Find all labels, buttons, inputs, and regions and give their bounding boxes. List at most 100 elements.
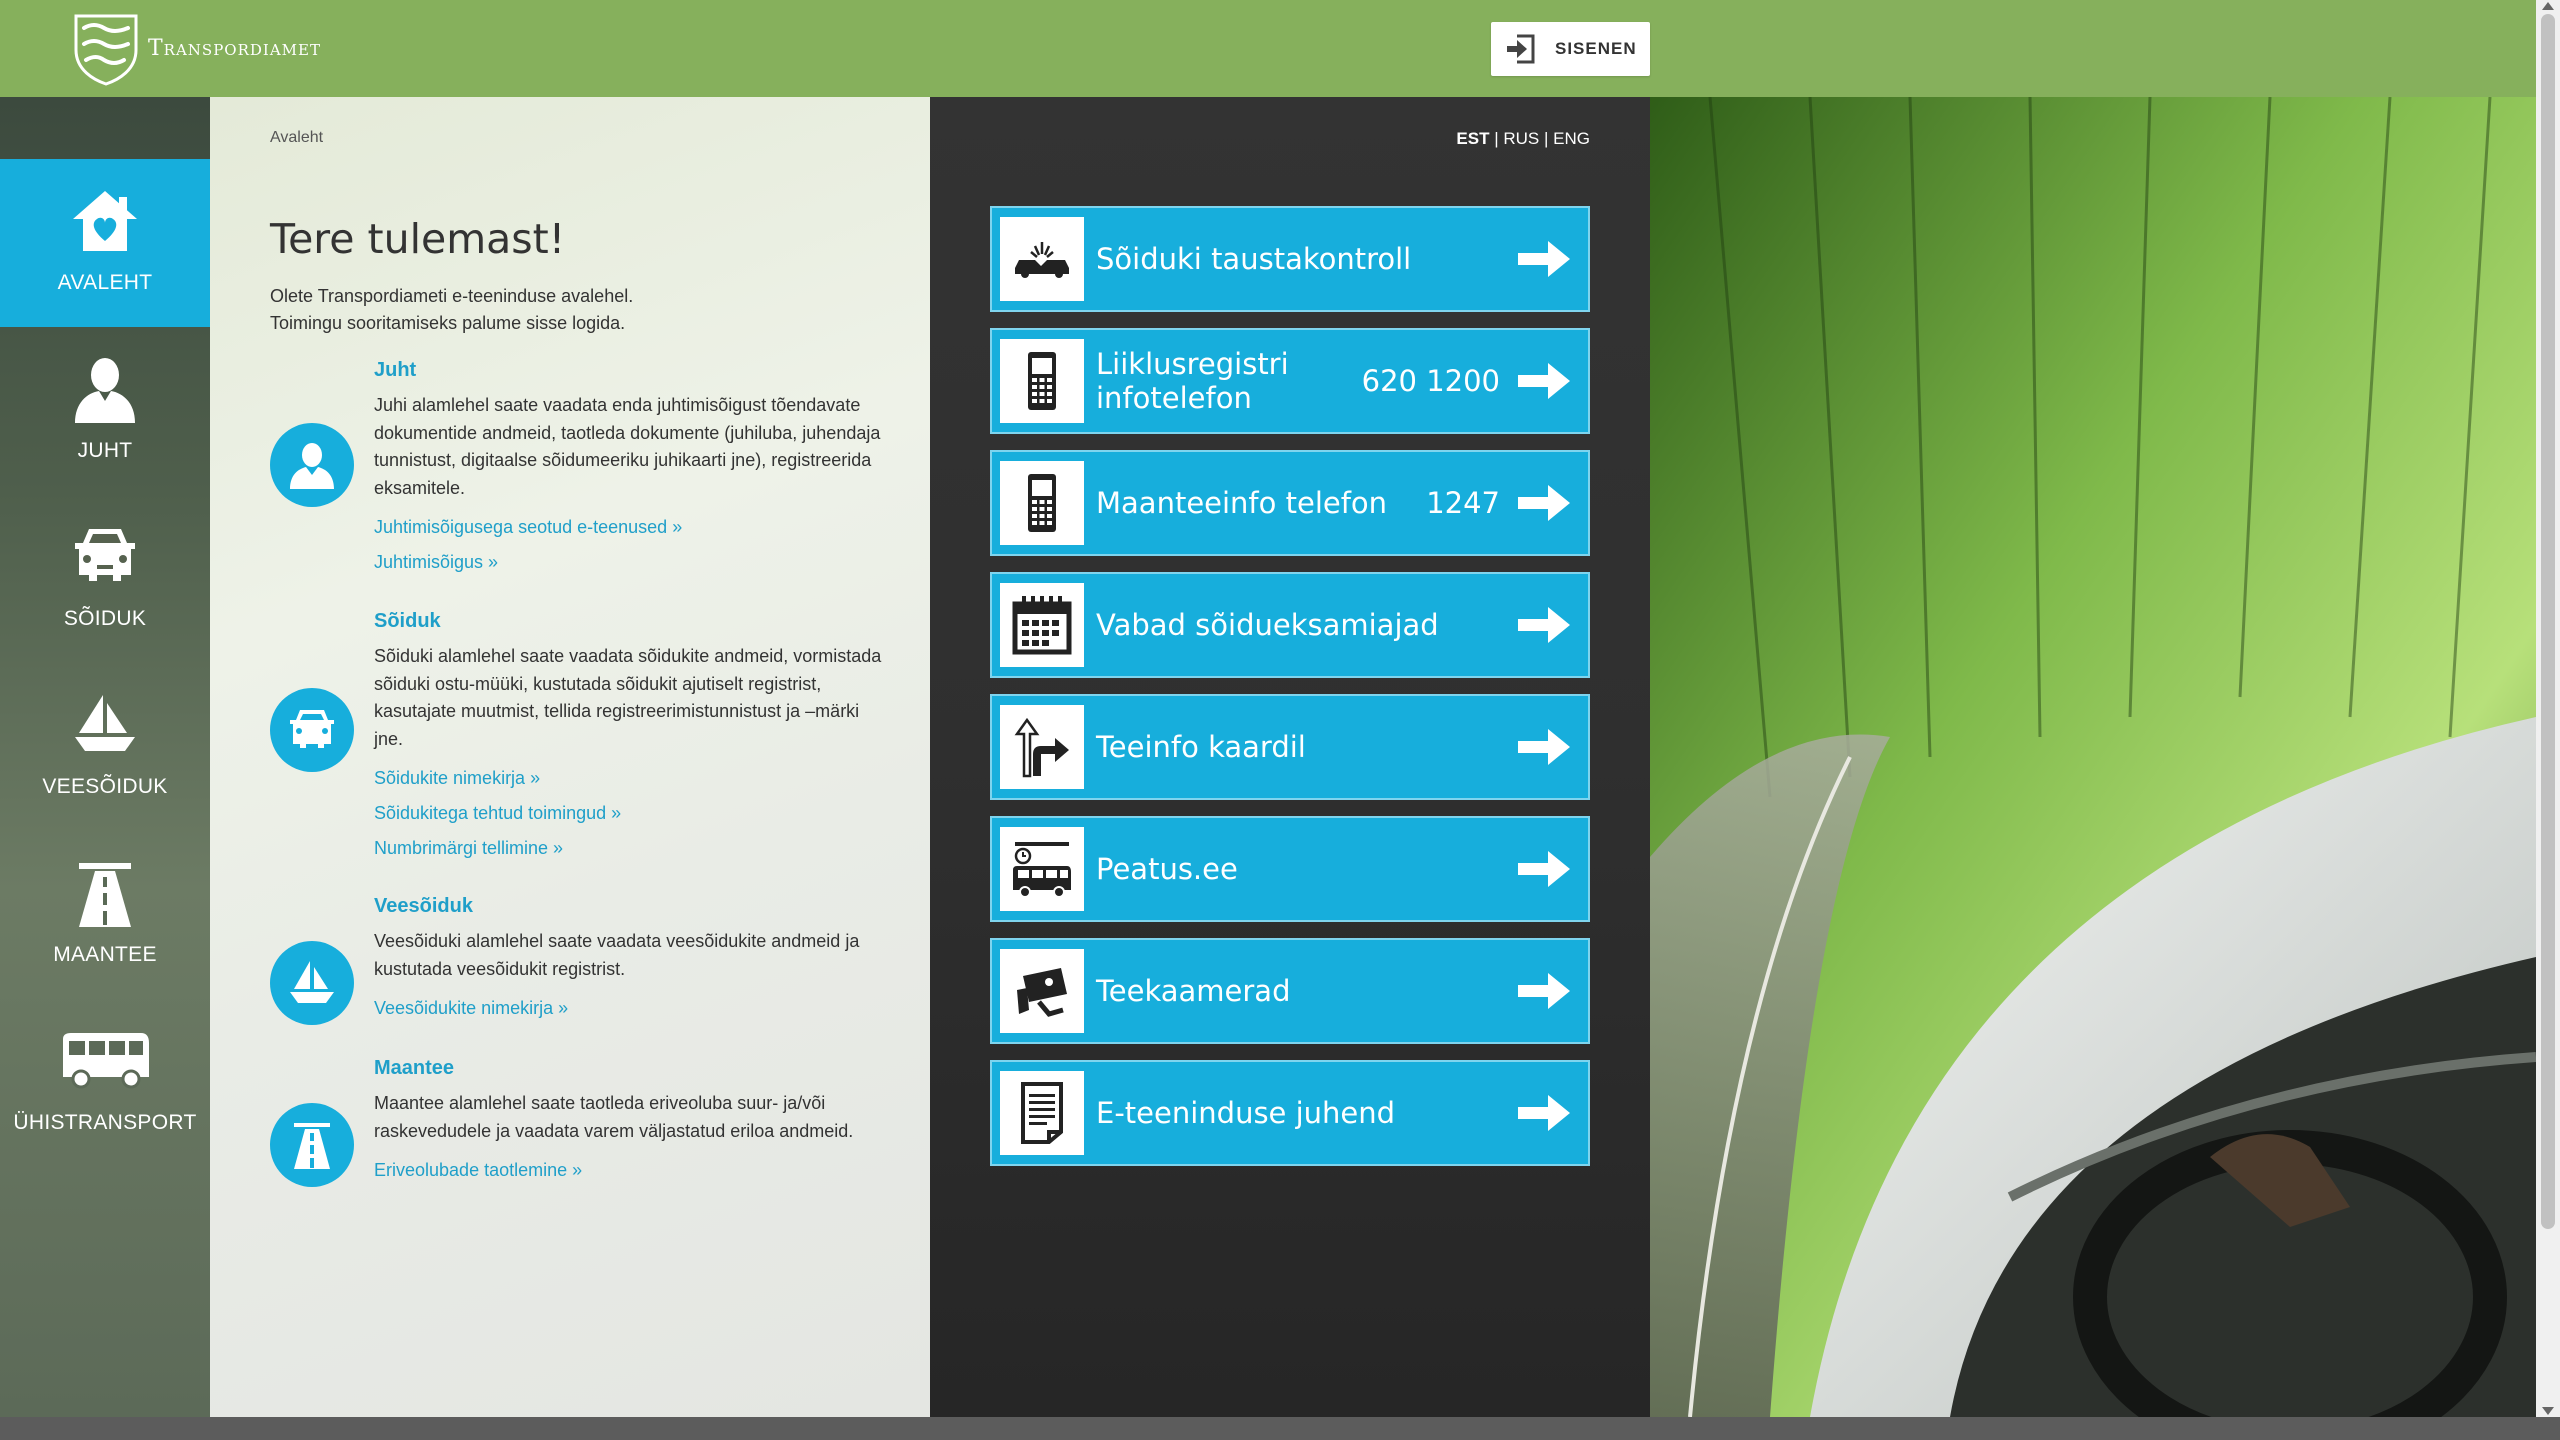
tile-phone-number: 1247	[1426, 486, 1500, 520]
vertical-scrollbar[interactable]	[2536, 0, 2560, 1417]
car-icon	[290, 710, 334, 748]
scrollbar-thumb[interactable]	[2541, 14, 2555, 1229]
breadcrumb[interactable]: Avaleht	[270, 129, 323, 147]
link-soidukite-nimekirja[interactable]: Sõidukite nimekirja »	[374, 761, 884, 796]
car-crash-icon	[1015, 242, 1069, 278]
tile-label: Teekaamerad	[1096, 974, 1291, 1008]
tile-peatus-ee[interactable]: Peatus.ee	[990, 816, 1590, 922]
coat-of-arms-icon	[74, 14, 138, 86]
tile-label: Teeinfo kaardil	[1096, 730, 1306, 764]
sidebar-item-label: ÜHISTRANSPORT	[13, 1111, 197, 1134]
sidebar-item-avaleht[interactable]: AVALEHT	[0, 159, 210, 327]
link-juhtimisoigus[interactable]: Juhtimisõigus »	[374, 545, 884, 580]
section-text: Sõiduki alamlehel saate vaadata sõidukit…	[374, 646, 882, 749]
section-text: Juhi alamlehel saate vaadata enda juhtim…	[374, 395, 881, 498]
link-numbrimargi-tellimine[interactable]: Numbrimärgi tellimine »	[374, 831, 884, 866]
sidebar-item-label: SÕIDUK	[63, 607, 147, 630]
intro-line: Olete Transpordiameti e-teeninduse avale…	[270, 286, 634, 306]
arrow-right-icon	[1518, 729, 1570, 765]
tile-label: Peatus.ee	[1096, 852, 1238, 886]
road-icon	[79, 863, 131, 927]
tile-soiduki-taustakontroll[interactable]: Sõiduki taustakontroll	[990, 206, 1590, 312]
boat-circle-icon	[270, 941, 354, 1025]
tile-teeinfo-kaardil[interactable]: Teeinfo kaardil	[990, 694, 1590, 800]
top-header: Transpordiamet SISENEN	[0, 0, 2536, 97]
scroll-down-icon[interactable]	[2542, 1407, 2554, 1415]
logo[interactable]: Transpordiamet	[70, 10, 321, 86]
car-icon	[75, 529, 135, 581]
sidebar-item-label: JUHT	[77, 439, 133, 462]
tile-e-teeninduse-juhend[interactable]: E-teeninduse juhend	[990, 1060, 1590, 1166]
bottom-bar	[0, 1417, 2560, 1440]
car-driving-photo	[1650, 97, 2536, 1417]
tile-vabad-soidueksamiajad[interactable]: Vabad sõidueksamiajad	[990, 572, 1590, 678]
lang-separator: |	[1544, 129, 1549, 148]
tile-label: Maanteeinfo telefon	[1096, 486, 1388, 520]
main-content: Avaleht Tere tulemast! Olete Transpordia…	[210, 97, 930, 1417]
link-soidukitega-tehtud-toimingud[interactable]: Sõidukitega tehtud toimingud »	[374, 796, 884, 831]
arrow-right-icon	[1518, 241, 1570, 277]
section-text: Maantee alamlehel saate taotleda eriveol…	[374, 1093, 854, 1141]
login-button[interactable]: SISENEN	[1491, 22, 1650, 76]
tile-liiklusregistri-infotelefon[interactable]: Liiklusregistri infotelefon 620 1200	[990, 328, 1590, 434]
tile-icon-box	[1000, 1071, 1084, 1155]
sidebar-item-juht[interactable]: JUHT	[0, 327, 210, 495]
camera-icon	[1017, 968, 1067, 1017]
lang-est[interactable]: EST	[1456, 129, 1489, 148]
arrow-right-icon	[1518, 485, 1570, 521]
arrow-right-icon	[1518, 363, 1570, 399]
arrow-right-icon	[1518, 851, 1570, 887]
calendar-icon	[1012, 596, 1072, 655]
boat-icon	[75, 695, 135, 751]
link-juhtimisoigusega-seotud[interactable]: Juhtimisõigusega seotud e-teenused »	[374, 510, 884, 545]
arrow-right-icon	[1518, 1095, 1570, 1131]
login-label: SISENEN	[1555, 39, 1637, 58]
tile-icon-box	[1000, 217, 1084, 301]
sidebar-item-label: VEESÕIDUK	[42, 775, 168, 798]
brand-name: Transpordiamet	[148, 35, 321, 61]
driver-icon	[75, 358, 135, 423]
tile-teekaamerad[interactable]: Teekaamerad	[990, 938, 1590, 1044]
services-panel: EST | RUS | ENG Sõiduki taustakontroll L…	[930, 97, 1650, 1417]
section-body: Maantee Maantee alamlehel saate taotleda…	[374, 1057, 884, 1188]
sidebar-item-label: MAANTEE	[53, 943, 157, 966]
phone-icon	[1028, 474, 1056, 532]
sidebar-item-maantee[interactable]: MAANTEE	[0, 831, 210, 999]
lang-eng[interactable]: ENG	[1553, 129, 1590, 148]
section-title[interactable]: Juht	[374, 359, 884, 382]
sidebar: AVALEHT JUHT SÕIDUK VEESÕIDUK MAANTEE ÜH…	[0, 97, 210, 1417]
scroll-up-icon[interactable]	[2542, 2, 2554, 10]
page-title: Tere tulemast!	[270, 215, 566, 263]
section-title[interactable]: Sõiduk	[374, 610, 884, 633]
home-icon	[73, 191, 137, 251]
lang-rus[interactable]: RUS	[1503, 129, 1539, 148]
bus-stop-icon	[1013, 842, 1071, 898]
sidebar-item-veesoiduk[interactable]: VEESÕIDUK	[0, 663, 210, 831]
tile-label: E-teeninduse juhend	[1096, 1096, 1396, 1130]
section-title[interactable]: Veesõiduk	[374, 895, 884, 918]
tile-icon-box	[1000, 461, 1084, 545]
phone-icon	[1028, 352, 1056, 410]
tile-phone-number: 620 1200	[1361, 364, 1500, 398]
language-switcher: EST | RUS | ENG	[1456, 129, 1590, 149]
login-icon	[1507, 34, 1535, 64]
section-title[interactable]: Maantee	[374, 1057, 884, 1080]
tile-maanteeinfo-telefon[interactable]: Maanteeinfo telefon 1247	[990, 450, 1590, 556]
link-veesoidukite-nimekirja[interactable]: Veesõidukite nimekirja »	[374, 991, 884, 1026]
sidebar-item-label: AVALEHT	[57, 271, 153, 294]
arrow-right-icon	[1518, 973, 1570, 1009]
bus-icon	[63, 1033, 149, 1089]
intro-line: Toimingu sooritamiseks palume sisse logi…	[270, 313, 626, 333]
driver-circle-icon	[270, 423, 354, 507]
arrow-right-icon	[1518, 607, 1570, 643]
sidebar-item-uhistransport[interactable]: ÜHISTRANSPORT	[0, 999, 210, 1167]
tile-icon-box	[1000, 339, 1084, 423]
document-icon	[1021, 1082, 1063, 1144]
tile-label: Vabad sõidueksamiajad	[1096, 608, 1439, 642]
section-body: Veesõiduk Veesõiduki alamlehel saate vaa…	[374, 895, 884, 1026]
car-circle-icon	[270, 688, 354, 772]
intro-text: Olete Transpordiameti e-teeninduse avale…	[270, 283, 870, 337]
road-circle-icon	[270, 1103, 354, 1187]
sidebar-item-soiduk[interactable]: SÕIDUK	[0, 495, 210, 663]
link-eriveolubade-taotlemine[interactable]: Eriveolubade taotlemine »	[374, 1153, 884, 1188]
